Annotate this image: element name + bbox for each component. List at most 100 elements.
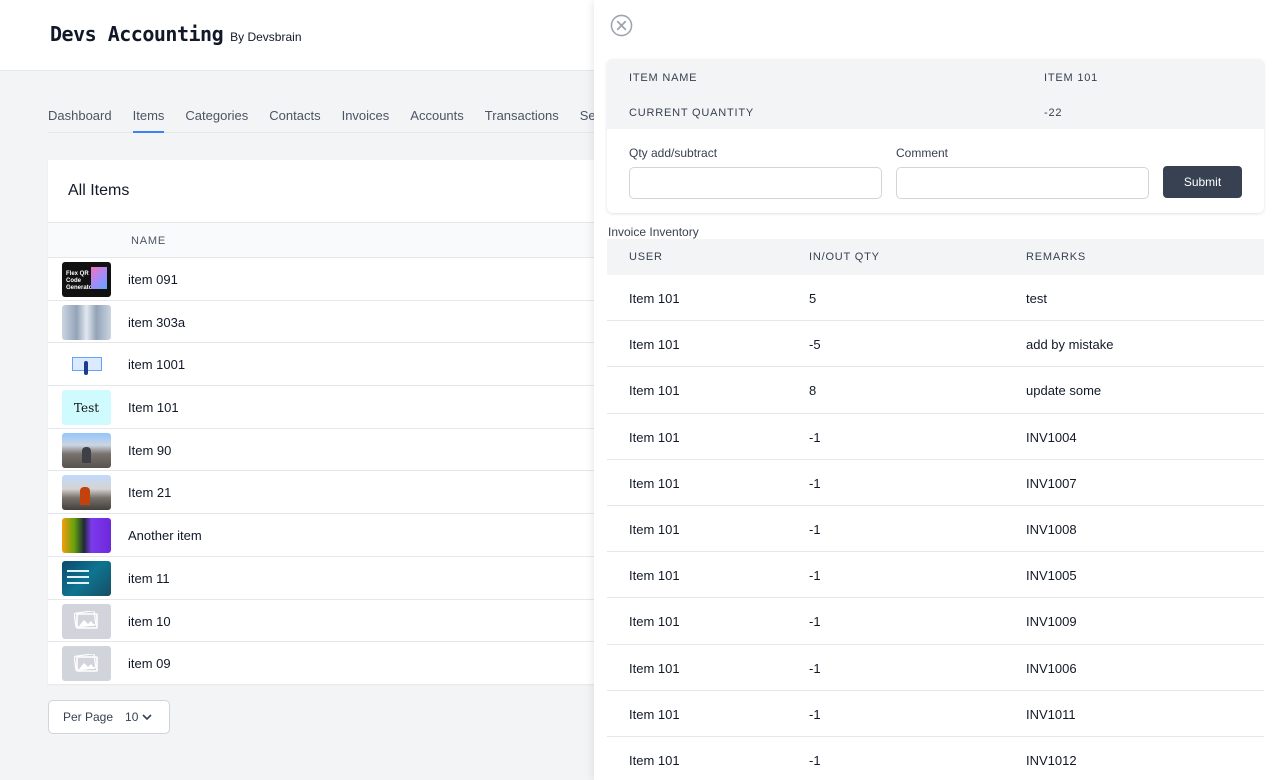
inventory-remarks: add by mistake xyxy=(1026,337,1114,353)
table-row: Item 101 -5 add by mistake xyxy=(607,321,1264,368)
inventory-qty: 5 xyxy=(809,291,817,306)
brand[interactable]: Devs Accounting By Devsbrain xyxy=(50,22,302,46)
per-page-label: Per Page xyxy=(63,710,114,724)
tab-dashboard[interactable]: Dashboard xyxy=(48,97,112,133)
per-page-selector[interactable]: Per Page 10 xyxy=(48,700,170,734)
inventory-table-body: Item 101 5 test Item 101 -5 add by mistake Ite… xyxy=(607,275,1264,780)
inventory-remarks: INV1006 xyxy=(1026,660,1077,676)
item-name: item 11 xyxy=(128,570,170,586)
inventory-user: Item 101 xyxy=(629,291,680,306)
inventory-user: Item 101 xyxy=(629,337,680,353)
table-row: Item 101 -1 INV1006 xyxy=(607,644,1264,691)
close-icon[interactable] xyxy=(610,14,633,37)
table-row: Item 101 8 update some xyxy=(607,367,1264,414)
item-name-value: ITEM 101 xyxy=(1044,72,1099,84)
inventory-qty: -5 xyxy=(809,337,821,353)
column-header-user: USER xyxy=(629,251,663,263)
item-thumbnail xyxy=(62,347,111,383)
table-row: Item 101 -1 INV1007 xyxy=(607,459,1264,506)
table-row: Item 101 -1 INV1005 xyxy=(607,552,1264,599)
thumbnail-text: Test xyxy=(73,400,100,415)
item-thumbnail xyxy=(62,518,111,554)
table-row[interactable]: Test Item 101 xyxy=(48,386,608,429)
item-name: Another item xyxy=(128,528,202,544)
items-table-body: Flex QR Code Generator item 091 item 303… xyxy=(48,258,608,685)
inventory-user: Item 101 xyxy=(629,429,680,445)
inventory-qty: -1 xyxy=(809,429,821,445)
inventory-user: Item 101 xyxy=(629,752,680,768)
current-quantity-value: -22 xyxy=(1044,107,1063,119)
comment-input[interactable] xyxy=(896,167,1149,199)
tab-invoices[interactable]: Invoices xyxy=(342,97,390,133)
column-header-remarks: REMARKS xyxy=(1026,251,1086,263)
inventory-qty: -1 xyxy=(809,660,821,676)
app-subtitle: By Devsbrain xyxy=(230,30,302,44)
app-title: Devs Accounting xyxy=(50,22,224,46)
inventory-remarks: INV1011 xyxy=(1026,706,1076,722)
column-header-name[interactable]: NAME xyxy=(131,235,166,247)
tab-contacts[interactable]: Contacts xyxy=(269,97,320,133)
table-row[interactable]: Item 21 xyxy=(48,471,608,515)
tab-accounts[interactable]: Accounts xyxy=(410,97,463,133)
main-nav: Dashboard Items Categories Contacts Invo… xyxy=(48,97,608,133)
table-row[interactable]: Item 90 xyxy=(48,429,608,472)
table-row[interactable]: Flex QR Code Generator item 091 xyxy=(48,258,608,301)
inventory-remarks: INV1008 xyxy=(1026,521,1077,537)
table-row: Item 101 5 test xyxy=(607,275,1264,322)
inventory-qty: -1 xyxy=(809,475,821,491)
inventory-remarks: update some xyxy=(1026,383,1102,399)
tab-categories[interactable]: Categories xyxy=(185,97,248,133)
column-header-qty: IN/OUT QTY xyxy=(809,251,880,263)
image-placeholder-icon xyxy=(62,603,111,639)
tab-items[interactable]: Items xyxy=(132,97,165,133)
tab-transactions[interactable]: Transactions xyxy=(485,97,559,133)
comment-field-label: Comment xyxy=(896,146,949,160)
card-title: All Items xyxy=(68,182,130,199)
inventory-remarks: INV1005 xyxy=(1026,568,1077,584)
item-name: item 09 xyxy=(128,656,171,672)
table-row[interactable]: item 11 xyxy=(48,557,608,600)
inventory-user: Item 101 xyxy=(629,706,680,722)
item-name: Item 21 xyxy=(128,485,172,501)
item-thumbnail xyxy=(62,560,111,596)
inventory-user: Item 101 xyxy=(629,383,680,399)
item-thumbnail: Flex QR Code Generator xyxy=(62,262,111,297)
table-row: Item 101 -1 INV1004 xyxy=(607,413,1264,460)
inventory-qty: -1 xyxy=(809,568,821,584)
item-name: item 1001 xyxy=(128,357,186,373)
qty-input[interactable] xyxy=(629,167,882,199)
table-row: Item 101 -1 INV1008 xyxy=(607,505,1264,553)
inventory-remarks: INV1004 xyxy=(1026,429,1077,445)
item-name-label: ITEM NAME xyxy=(629,72,698,84)
inventory-user: Item 101 xyxy=(629,475,680,491)
item-detail-drawer: ITEM NAME ITEM 101 CURRENT QUANTITY -22 … xyxy=(594,0,1280,780)
inventory-user: Item 101 xyxy=(629,521,680,537)
item-name: item 091 xyxy=(128,272,178,287)
per-page-dropdown[interactable]: 10 xyxy=(125,710,152,724)
table-row[interactable]: item 09 xyxy=(48,642,608,685)
item-name: Item 101 xyxy=(128,400,179,416)
items-table-header: NAME xyxy=(48,222,608,258)
inventory-qty: 8 xyxy=(809,383,817,399)
inventory-remarks: INV1012 xyxy=(1026,752,1077,768)
table-row[interactable]: item 303a xyxy=(48,301,608,344)
table-row[interactable]: item 1001 xyxy=(48,343,608,387)
inventory-qty: -1 xyxy=(809,614,821,630)
per-page-value: 10 xyxy=(125,710,139,724)
submit-button[interactable]: Submit xyxy=(1163,166,1242,198)
chevron-down-icon xyxy=(142,714,152,721)
table-row: Item 101 -1 INV1012 xyxy=(607,736,1264,780)
inventory-table-header: USER IN/OUT QTY REMARKS xyxy=(607,239,1264,275)
inventory-qty: -1 xyxy=(809,706,821,722)
inventory-user: Item 101 xyxy=(629,660,680,676)
inventory-user: Item 101 xyxy=(629,614,680,630)
table-row[interactable]: Another item xyxy=(48,514,608,557)
item-thumbnail xyxy=(62,475,111,511)
item-info-card: ITEM NAME ITEM 101 CURRENT QUANTITY -22 … xyxy=(607,59,1264,213)
thumbnail-text: Flex QR Code Generator xyxy=(66,271,95,291)
image-placeholder-icon xyxy=(62,646,111,682)
table-row[interactable]: item 10 xyxy=(48,600,608,643)
item-name: item 303a xyxy=(128,314,186,330)
item-summary: ITEM NAME ITEM 101 CURRENT QUANTITY -22 xyxy=(607,59,1264,129)
qty-field-label: Qty add/subtract xyxy=(629,146,718,160)
